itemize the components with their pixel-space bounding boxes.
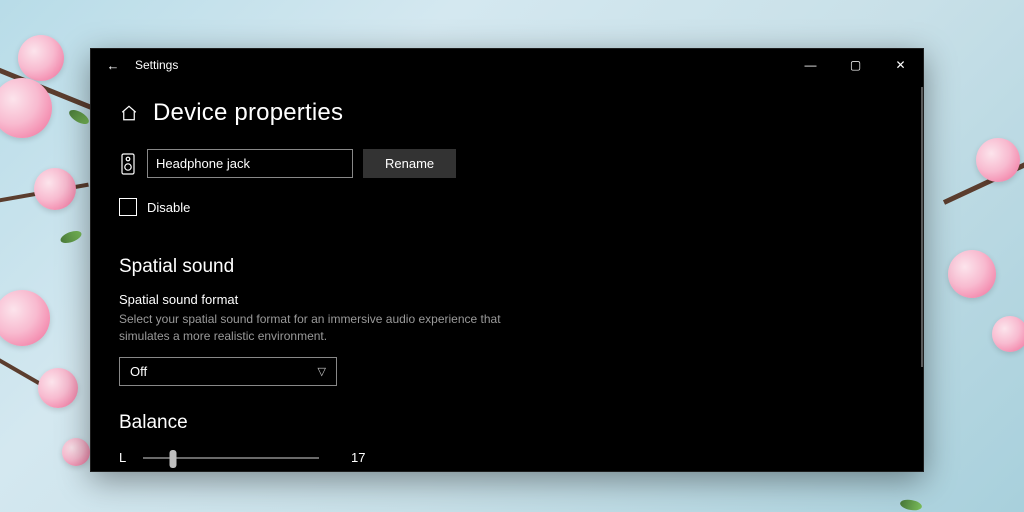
app-title: Settings <box>135 58 178 72</box>
chevron-down-icon: ▽ <box>318 365 326 378</box>
back-button[interactable]: ← <box>99 51 127 79</box>
home-icon[interactable] <box>119 103 139 123</box>
disable-checkbox[interactable] <box>119 198 137 216</box>
disable-label: Disable <box>147 200 190 215</box>
balance-slider[interactable] <box>143 448 319 468</box>
rename-button[interactable]: Rename <box>363 149 456 178</box>
balance-slider-thumb[interactable] <box>169 450 176 468</box>
spatial-field-label: Spatial sound format <box>119 292 895 307</box>
balance-value: 17 <box>351 450 365 465</box>
spatial-section-title: Spatial sound <box>119 256 895 278</box>
spatial-description: Select your spatial sound format for an … <box>119 311 529 345</box>
titlebar: ← Settings — ▢ ✕ <box>91 49 923 81</box>
device-name-input[interactable] <box>147 149 353 178</box>
balance-section-title: Balance <box>119 412 895 434</box>
balance-left-label: L <box>119 450 133 465</box>
speaker-icon <box>119 153 137 175</box>
content-area: Device properties Rename Disable Spatial… <box>91 81 923 471</box>
scrollbar[interactable] <box>921 87 923 367</box>
spatial-format-select[interactable]: Off ▽ <box>119 357 337 386</box>
window-controls: — ▢ ✕ <box>788 49 923 81</box>
settings-window: ← Settings — ▢ ✕ Device properties <box>90 48 924 472</box>
maximize-button[interactable]: ▢ <box>833 49 878 81</box>
spatial-selected-value: Off <box>130 364 147 379</box>
page-title: Device properties <box>153 99 343 127</box>
close-button[interactable]: ✕ <box>878 49 923 81</box>
minimize-button[interactable]: — <box>788 49 833 81</box>
